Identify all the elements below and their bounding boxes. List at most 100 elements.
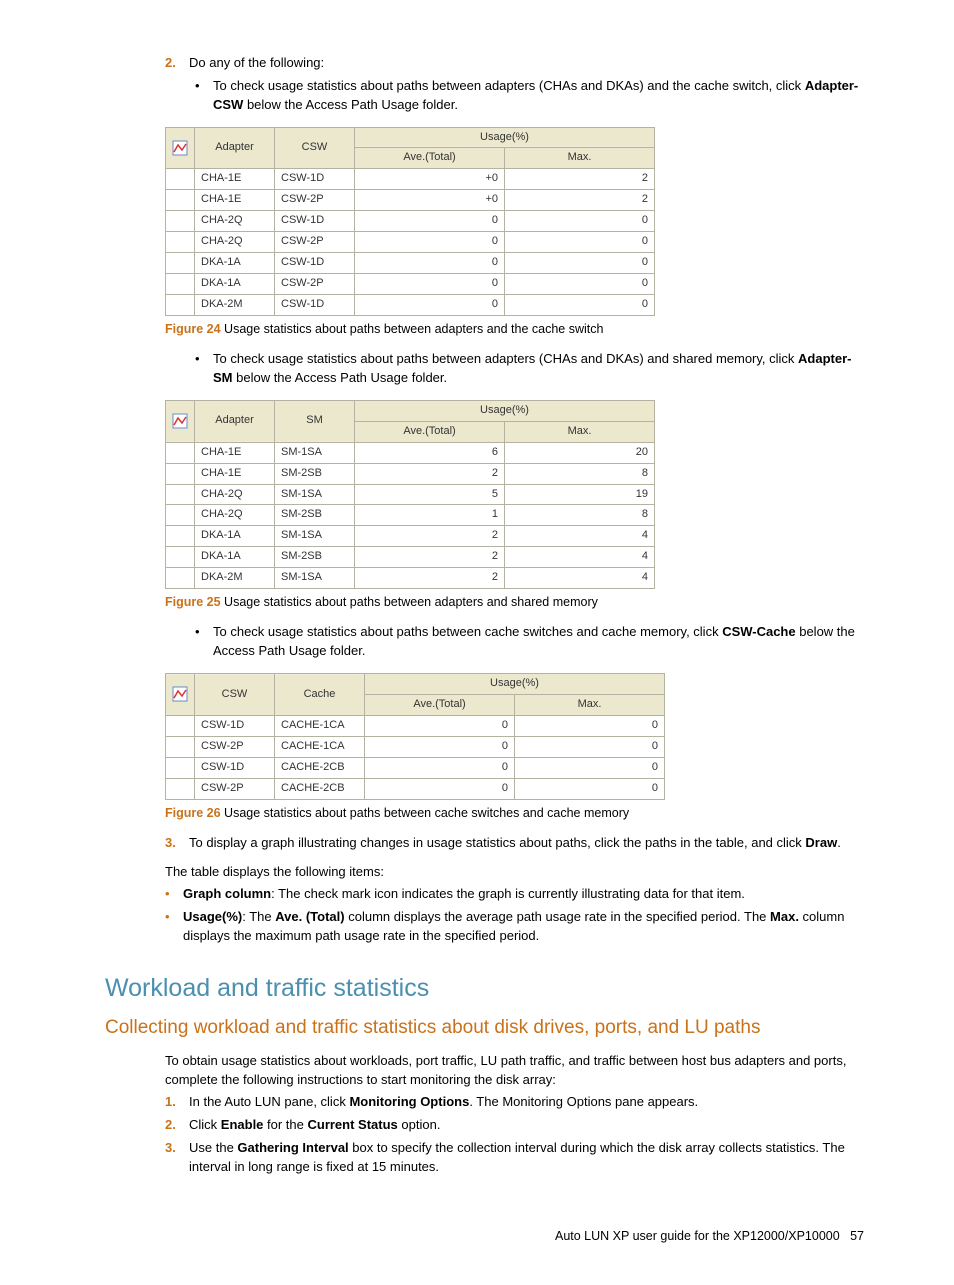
col-adapter: Adapter <box>195 400 275 442</box>
table-adapter-csw: Adapter CSW Usage(%) Ave.(Total) Max. CH… <box>165 127 655 316</box>
text-mid2: column displays the average path usage r… <box>345 909 770 924</box>
cell-max: 20 <box>505 442 655 463</box>
cell-max: 0 <box>515 736 665 757</box>
cell-ave: +0 <box>355 190 505 211</box>
cell-icon <box>166 232 195 253</box>
cell-icon <box>166 463 195 484</box>
cell-a: DKA-2M <box>195 568 275 589</box>
cell-b: CSW-2P <box>275 190 355 211</box>
cell-ave: +0 <box>355 169 505 190</box>
subsection-heading-collecting: Collecting workload and traffic statisti… <box>105 1014 864 1042</box>
graph-icon-header <box>166 674 195 716</box>
cell-max: 0 <box>505 232 655 253</box>
monitor-step-1: 1. In the Auto LUN pane, click Monitorin… <box>165 1093 864 1112</box>
table-row: DKA-2MSM-1SA24 <box>166 568 655 589</box>
monitor-step-3: 3. Use the Gathering Interval box to spe… <box>165 1139 864 1177</box>
bullet-text: To check usage statistics about paths be… <box>213 350 864 388</box>
text-post: : The check mark icon indicates the grap… <box>271 886 745 901</box>
cell-b: CACHE-2CB <box>275 757 365 778</box>
cell-a: CSW-2P <box>195 778 275 799</box>
figure-25-caption: Figure 25 Usage statistics about paths b… <box>165 593 864 611</box>
cell-a: CHA-1E <box>195 442 275 463</box>
cell-icon <box>166 295 195 316</box>
table-row: DKA-1ASM-1SA24 <box>166 526 655 547</box>
col-max: Max. <box>505 148 655 169</box>
step-2: 2. Do any of the following: <box>165 54 864 73</box>
table-row: CSW-1DCACHE-2CB00 <box>166 757 665 778</box>
table-row: DKA-2MCSW-1D00 <box>166 295 655 316</box>
col-usage: Usage(%) <box>365 674 665 695</box>
intro-text: To obtain usage statistics about workloa… <box>165 1052 864 1090</box>
figure-number: Figure 26 <box>165 806 221 820</box>
cell-b: CSW-2P <box>275 232 355 253</box>
step-text: Do any of the following: <box>189 54 864 73</box>
bold-gathering-interval: Gathering Interval <box>237 1140 348 1155</box>
cell-max: 8 <box>505 463 655 484</box>
cell-b: SM-2SB <box>275 463 355 484</box>
figure-26-caption: Figure 26 Usage statistics about paths b… <box>165 804 864 822</box>
cell-icon <box>166 190 195 211</box>
graph-icon-header <box>166 127 195 169</box>
cell-icon <box>166 547 195 568</box>
cell-b: SM-1SA <box>275 442 355 463</box>
bullet-text: To check usage statistics about paths be… <box>213 77 864 115</box>
figure-text: Usage statistics about paths between cac… <box>221 806 630 820</box>
cell-max: 0 <box>515 778 665 799</box>
cell-a: CSW-1D <box>195 757 275 778</box>
table-row: CHA-1ESM-1SA620 <box>166 442 655 463</box>
cell-max: 4 <box>505 568 655 589</box>
table-row: DKA-1ACSW-1D00 <box>166 253 655 274</box>
col-sm: SM <box>275 400 355 442</box>
cell-b: SM-2SB <box>275 547 355 568</box>
table-row: CHA-1ECSW-1D+02 <box>166 169 655 190</box>
col-csw: CSW <box>195 674 275 716</box>
cell-icon <box>166 253 195 274</box>
col-ave: Ave.(Total) <box>355 421 505 442</box>
col-max: Max. <box>505 421 655 442</box>
cell-a: CHA-1E <box>195 169 275 190</box>
table-row: CSW-1DCACHE-1CA00 <box>166 715 665 736</box>
bullet-csw-cache: • To check usage statistics about paths … <box>195 623 864 661</box>
cell-icon <box>166 757 195 778</box>
bullet-text: Graph column: The check mark icon indica… <box>183 885 864 904</box>
col-usage: Usage(%) <box>355 400 655 421</box>
cell-b: SM-1SA <box>275 526 355 547</box>
cell-a: DKA-1A <box>195 253 275 274</box>
graph-icon <box>172 413 188 429</box>
table-row: CHA-2QCSW-2P00 <box>166 232 655 253</box>
bullet-graph-column: • Graph column: The check mark icon indi… <box>165 885 864 904</box>
cell-max: 4 <box>505 526 655 547</box>
text-post: option. <box>398 1117 441 1132</box>
cell-a: DKA-1A <box>195 547 275 568</box>
cell-b: CSW-1D <box>275 169 355 190</box>
bold-usage: Usage(%) <box>183 909 242 924</box>
text-pre: To display a graph illustrating changes … <box>189 835 805 850</box>
cell-ave: 1 <box>355 505 505 526</box>
cell-b: CACHE-1CA <box>275 736 365 757</box>
cell-max: 0 <box>505 211 655 232</box>
cell-a: CHA-2Q <box>195 505 275 526</box>
cell-icon <box>166 778 195 799</box>
text-mid1: : The <box>242 909 275 924</box>
table-adapter-sm: Adapter SM Usage(%) Ave.(Total) Max. CHA… <box>165 400 655 589</box>
cell-ave: 2 <box>355 568 505 589</box>
text-mid: for the <box>263 1117 307 1132</box>
bullet-dot: • <box>165 908 183 946</box>
col-adapter: Adapter <box>195 127 275 169</box>
cell-icon <box>166 169 195 190</box>
footer-text: Auto LUN XP user guide for the XP12000/X… <box>555 1229 840 1243</box>
cell-max: 2 <box>505 190 655 211</box>
bold-ave-total: Ave. (Total) <box>275 909 344 924</box>
cell-ave: 6 <box>355 442 505 463</box>
step-text: Click Enable for the Current Status opti… <box>189 1116 864 1135</box>
bold-current-status: Current Status <box>307 1117 397 1132</box>
bold-monitoring-options: Monitoring Options <box>349 1094 469 1109</box>
col-cache: Cache <box>275 674 365 716</box>
step-3: 3. To display a graph illustrating chang… <box>165 834 864 853</box>
cell-icon <box>166 442 195 463</box>
table-row: DKA-1ACSW-2P00 <box>166 274 655 295</box>
step-number: 3. <box>165 834 189 853</box>
cell-b: CSW-1D <box>275 253 355 274</box>
step-text: Use the Gathering Interval box to specif… <box>189 1139 864 1177</box>
cell-b: SM-2SB <box>275 505 355 526</box>
